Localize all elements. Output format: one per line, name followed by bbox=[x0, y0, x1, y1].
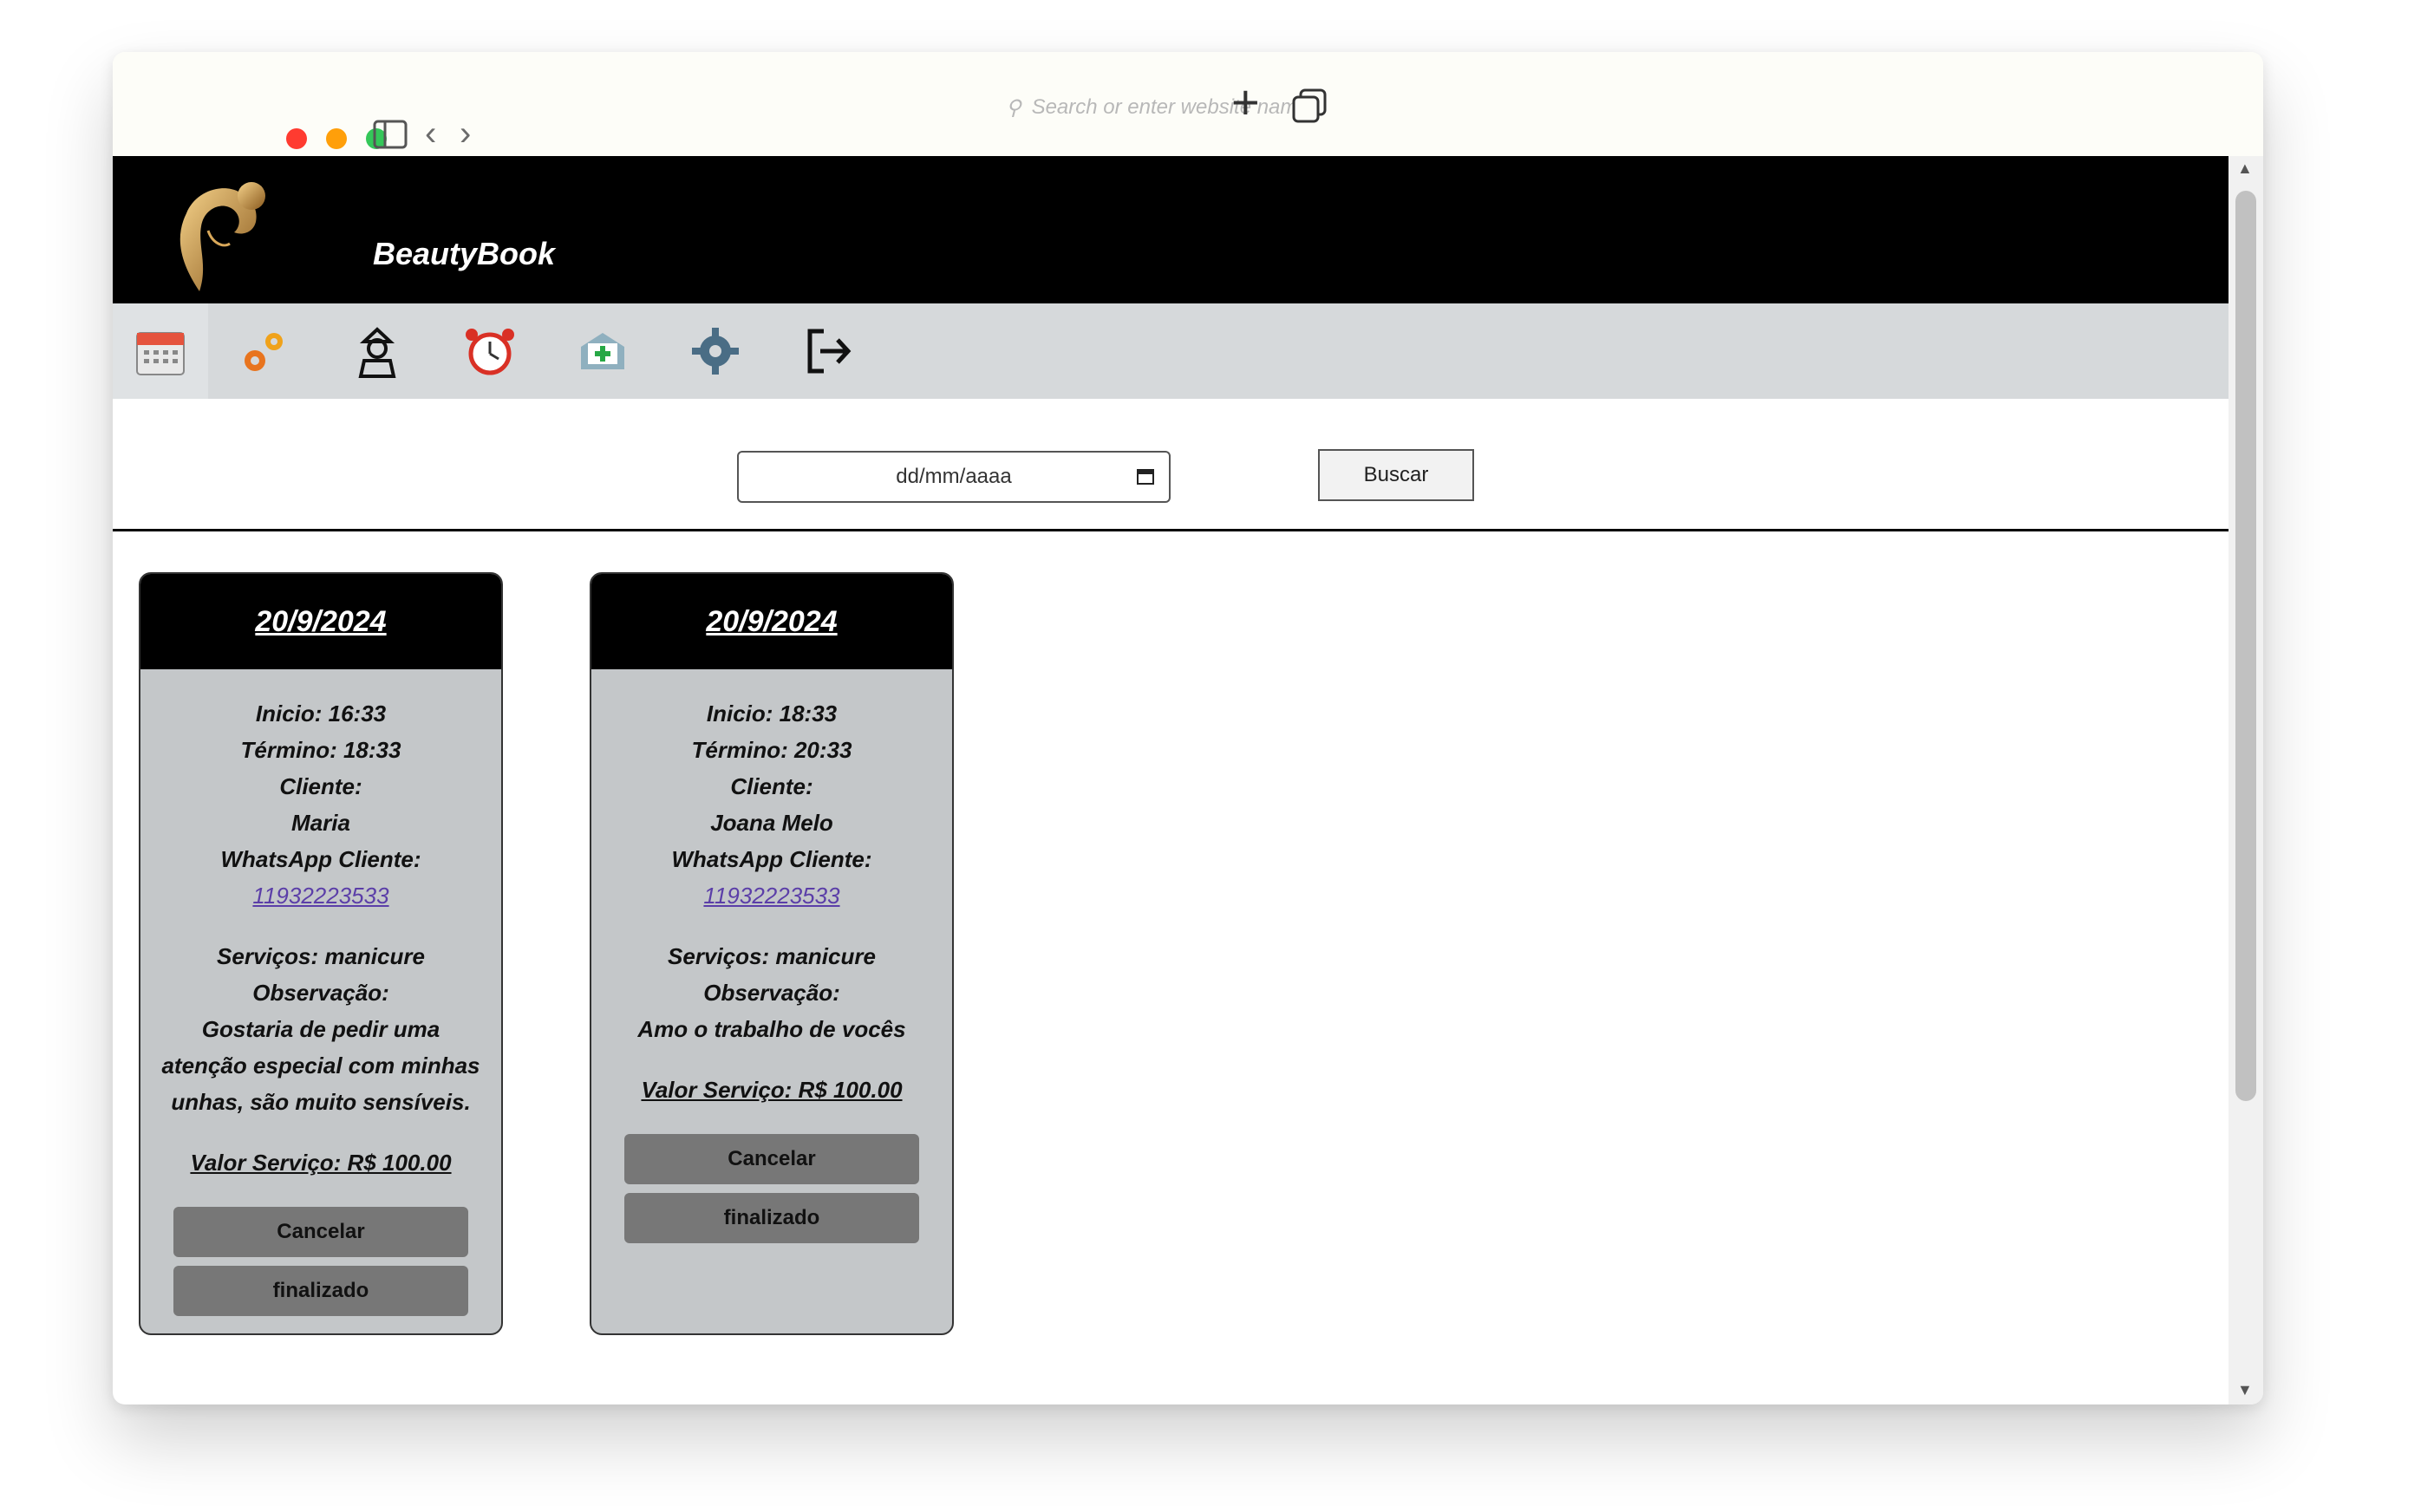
new-tab-icon[interactable]: + bbox=[1231, 78, 1260, 127]
nav-item-schedule[interactable] bbox=[434, 303, 546, 399]
note-text: Gostaria de pedir uma atenção especial c… bbox=[161, 1016, 480, 1115]
browser-window: ‹ › ⚲ Search or enter website name + Bea… bbox=[113, 52, 2263, 1404]
nav-item-services[interactable] bbox=[208, 303, 321, 399]
search-button[interactable]: Buscar bbox=[1318, 449, 1474, 501]
whatsapp-link[interactable]: 11932223533 bbox=[158, 877, 484, 914]
app-header: BeautyBook bbox=[113, 156, 2228, 303]
back-icon[interactable]: ‹ bbox=[425, 116, 436, 151]
tabs-icon[interactable] bbox=[1292, 88, 1327, 129]
search-icon: ⚲ bbox=[1006, 95, 1021, 120]
nav-item-settings[interactable] bbox=[659, 303, 772, 399]
appointment-card: 20/9/2024 Inicio: 16:33 Término: 18:33 C… bbox=[139, 572, 503, 1335]
note-label: Observação: bbox=[252, 980, 389, 1006]
forward-icon[interactable]: › bbox=[460, 116, 471, 151]
card-date: 20/9/2024 bbox=[255, 604, 387, 638]
settings-gear-icon bbox=[692, 328, 739, 375]
client-label: Cliente: bbox=[279, 773, 362, 799]
card-header: 20/9/2024 bbox=[591, 574, 952, 669]
cancel-button[interactable]: Cancelar bbox=[624, 1134, 919, 1184]
start-time: Inicio: 16:33 bbox=[255, 701, 387, 727]
alarm-clock-icon bbox=[466, 329, 514, 375]
services: Serviços: manicure bbox=[668, 943, 876, 969]
nav-item-health[interactable] bbox=[546, 303, 659, 399]
whatsapp-label: WhatsApp Cliente: bbox=[671, 846, 872, 872]
gears-icon bbox=[245, 333, 283, 371]
card-body: Inicio: 16:33 Término: 18:33 Cliente: Ma… bbox=[140, 669, 501, 1181]
client-name: Joana Melo bbox=[710, 810, 833, 836]
minimize-window-button[interactable] bbox=[326, 128, 347, 149]
scroll-up-icon[interactable]: ▲ bbox=[2237, 160, 2253, 178]
note-label: Observação: bbox=[703, 980, 840, 1006]
end-time: Término: 18:33 bbox=[240, 737, 401, 763]
date-input[interactable]: dd/mm/aaaa bbox=[737, 451, 1171, 503]
scroll-down-icon[interactable]: ▼ bbox=[2237, 1381, 2253, 1399]
calendar-picker-icon[interactable] bbox=[1136, 466, 1155, 486]
services: Serviços: manicure bbox=[217, 943, 425, 969]
end-time: Término: 20:33 bbox=[691, 737, 852, 763]
note-text: Amo o trabalho de vocês bbox=[637, 1016, 906, 1042]
nav-item-professionals[interactable] bbox=[321, 303, 434, 399]
logout-icon bbox=[807, 329, 852, 374]
client-name: Maria bbox=[291, 810, 350, 836]
finish-button[interactable]: finalizado bbox=[624, 1193, 919, 1243]
sidebar-icon[interactable] bbox=[373, 120, 408, 155]
start-time: Inicio: 18:33 bbox=[706, 701, 838, 727]
professional-icon bbox=[358, 327, 396, 378]
address-bar[interactable]: ⚲ Search or enter website name bbox=[1006, 87, 1526, 128]
nav-item-logout[interactable] bbox=[772, 303, 884, 399]
scroll-thumb[interactable] bbox=[2235, 191, 2256, 1101]
cancel-button[interactable]: Cancelar bbox=[173, 1207, 468, 1257]
vertical-scrollbar[interactable]: ▲ ▼ bbox=[2228, 156, 2263, 1404]
browser-toolbar: ‹ › ⚲ Search or enter website name + bbox=[113, 52, 2263, 156]
card-body: Inicio: 18:33 Término: 20:33 Cliente: Jo… bbox=[620, 669, 923, 1108]
address-placeholder: Search or enter website name bbox=[1031, 95, 1309, 119]
calendar-icon bbox=[136, 332, 185, 375]
whatsapp-label: WhatsApp Cliente: bbox=[220, 846, 421, 872]
whatsapp-link[interactable]: 11932223533 bbox=[637, 877, 905, 914]
card-date: 20/9/2024 bbox=[706, 604, 838, 638]
search-section: dd/mm/aaaa Buscar bbox=[113, 399, 2228, 531]
service-value: Valor Serviço: R$ 100.00 bbox=[190, 1150, 452, 1176]
nav-item-calendar[interactable] bbox=[113, 303, 208, 399]
window-controls bbox=[286, 128, 387, 149]
app-brand: BeautyBook bbox=[373, 236, 556, 271]
date-placeholder: dd/mm/aaaa bbox=[896, 465, 1012, 488]
close-window-button[interactable] bbox=[286, 128, 307, 149]
appointment-list: 20/9/2024 Inicio: 16:33 Término: 18:33 C… bbox=[139, 572, 954, 1335]
finish-button[interactable]: finalizado bbox=[173, 1266, 468, 1316]
nav-bar bbox=[113, 303, 2228, 399]
service-value: Valor Serviço: R$ 100.00 bbox=[641, 1077, 903, 1103]
client-label: Cliente: bbox=[730, 773, 813, 799]
beauty-logo-icon bbox=[147, 161, 286, 300]
card-header: 20/9/2024 bbox=[140, 574, 501, 669]
appointment-card: 20/9/2024 Inicio: 18:33 Término: 20:33 C… bbox=[590, 572, 954, 1335]
medical-kit-icon bbox=[581, 333, 624, 369]
